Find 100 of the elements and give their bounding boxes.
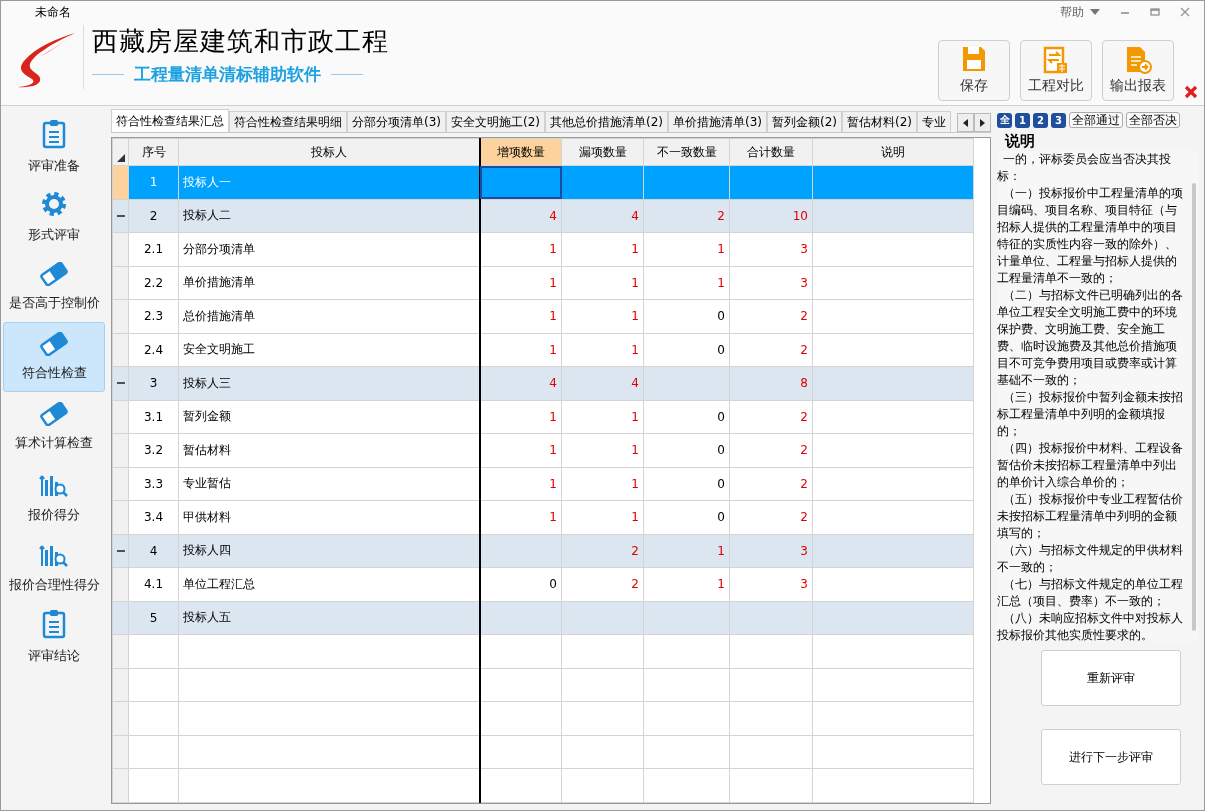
column-header[interactable]: 合计数量: [729, 138, 813, 166]
help-menu[interactable]: 帮助: [1060, 3, 1100, 21]
toolbar-button[interactable]: 保存: [938, 40, 1010, 101]
count-cell: 0: [643, 299, 730, 334]
table-row[interactable]: 3.2 暂估材料 1 1 0 2: [112, 433, 974, 468]
table-row[interactable]: 4 投标人四 2 1 3: [112, 534, 974, 568]
column-header[interactable]: 增项数量: [479, 138, 562, 166]
app-title: 西藏房屋建筑和市政工程: [92, 25, 389, 58]
close-icon[interactable]: [1180, 7, 1190, 17]
table-row[interactable]: 3 投标人三 4 4 8: [112, 366, 974, 401]
table-row[interactable]: 2.3 总价措施清单 1 1 0 2: [112, 299, 974, 334]
count-cell: 2: [643, 199, 730, 233]
document-compare-icon: [1043, 45, 1069, 75]
sidebar-item[interactable]: 算术计算检查: [3, 392, 105, 462]
table-row[interactable]: 2.2 单价措施清单 1 1 1 3: [112, 266, 974, 300]
column-header[interactable]: 漏项数量: [561, 138, 644, 166]
close-icon[interactable]: [1184, 85, 1198, 99]
row-number: 2.1: [128, 232, 179, 267]
window-title: 未命名: [35, 3, 71, 21]
count-cell: 2: [729, 400, 813, 434]
panel-title: 说明: [1005, 131, 1036, 151]
table-row[interactable]: 5 投标人五: [112, 601, 974, 635]
column-header[interactable]: 不一致数量: [643, 138, 730, 166]
count-cell: 1: [643, 534, 730, 568]
note-paragraph: （六）与招标文件规定的甲供材料不一致的；: [997, 542, 1184, 576]
count-cell: 2: [729, 333, 813, 367]
count-cell: 0: [643, 433, 730, 468]
left-arrow-icon: [963, 118, 968, 127]
app-subtitle: 工程量清单清标辅助软件: [134, 63, 321, 86]
tab[interactable]: 暂列金额(2): [767, 111, 842, 132]
count-cell: 4: [561, 199, 644, 233]
sidebar-item[interactable]: 形式评审: [3, 182, 105, 252]
level-filter-button[interactable]: 3: [1051, 112, 1066, 128]
scroll-right-button[interactable]: [974, 113, 991, 132]
tab[interactable]: 安全文明施工(2): [446, 111, 545, 132]
note-paragraph: （三）投标报价中暂列金额未按招标工程量清单中列明的金额填报的；: [997, 389, 1184, 440]
count-cell: 4: [479, 199, 562, 233]
count-cell: 1: [479, 266, 562, 300]
level-filter-button[interactable]: 1: [1015, 112, 1030, 128]
sidebar-item[interactable]: 报价合理性得分: [3, 532, 105, 602]
count-cell: 1: [561, 467, 644, 501]
tab[interactable]: 符合性检查结果明细: [229, 111, 347, 132]
count-cell: 1: [561, 266, 644, 300]
table-row[interactable]: 2.1 分部分项清单 1 1 1 3: [112, 232, 974, 267]
count-cell: 1: [643, 567, 730, 602]
count-cell: 1: [561, 333, 644, 367]
scrollbar[interactable]: [1192, 183, 1196, 631]
selected-cell[interactable]: [479, 165, 562, 199]
table-row[interactable]: 3.3 专业暂估 1 1 0 2: [112, 467, 974, 501]
row-number: 3.3: [128, 467, 179, 501]
right-arrow-icon: [980, 118, 985, 127]
count-cell: 3: [729, 232, 813, 267]
count-cell: 1: [561, 400, 644, 434]
tab[interactable]: 符合性检查结果汇总: [111, 109, 229, 132]
sidebar-item[interactable]: 评审准备: [3, 112, 105, 182]
level-filter-button[interactable]: 2: [1033, 112, 1048, 128]
tab[interactable]: 单价措施清单(3): [668, 111, 767, 132]
row-number: 3: [128, 366, 179, 401]
level-filter-button[interactable]: 全: [997, 112, 1012, 128]
action-button[interactable]: 重新评审: [1040, 650, 1181, 706]
filter-button[interactable]: 全部否决: [1126, 112, 1180, 128]
settings-icon: [40, 190, 68, 218]
count-cell: 4: [479, 366, 562, 401]
count-cell: 1: [479, 433, 562, 468]
row-number: 3.4: [128, 500, 179, 535]
column-header[interactable]: 投标人: [178, 138, 480, 166]
row-number: 5: [128, 601, 179, 635]
tab[interactable]: 暂估材料(2): [842, 111, 917, 132]
maximize-icon[interactable]: [1150, 7, 1160, 17]
count-cell: 1: [561, 232, 644, 267]
filter-button[interactable]: 全部通过: [1069, 112, 1123, 128]
table-row[interactable]: 2 投标人二 4 4 2 10: [112, 199, 974, 233]
row-number: 2.4: [128, 333, 179, 367]
sidebar-item[interactable]: 符合性检查: [3, 322, 105, 392]
sidebar-item[interactable]: 评审结论: [3, 602, 105, 672]
tab[interactable]: 专业: [917, 111, 951, 132]
action-button[interactable]: 进行下一步评审: [1040, 729, 1181, 785]
column-header[interactable]: 说明: [812, 138, 974, 166]
table-row[interactable]: 3.1 暂列金额 1 1 0 2: [112, 400, 974, 434]
toolbar-button[interactable]: 输出报表: [1102, 40, 1174, 101]
bidder-cell: 投标人二: [178, 199, 480, 233]
toolbar-button[interactable]: 工程对比: [1020, 40, 1092, 101]
count-cell: 2: [561, 534, 644, 568]
sidebar-item[interactable]: 是否高于控制价: [3, 252, 105, 322]
count-cell: 0: [643, 400, 730, 434]
select-all-icon[interactable]: [116, 154, 125, 162]
column-header[interactable]: 序号: [128, 138, 179, 166]
tab[interactable]: 分部分项清单(3): [347, 111, 446, 132]
count-cell: 2: [729, 299, 813, 334]
clipboard-icon: [40, 119, 68, 149]
count-cell: 4: [561, 366, 644, 401]
count-cell: 1: [479, 232, 562, 267]
count-cell: 2: [729, 467, 813, 501]
scroll-left-button[interactable]: [957, 113, 974, 132]
bidder-cell: 投标人四: [178, 534, 480, 568]
tab[interactable]: 其他总价措施清单(2): [545, 111, 668, 132]
count-cell: 10: [729, 199, 813, 233]
note-paragraph: （一）投标报价中工程量清单的项目编码、项目名称、项目特征（与招标人提供的工程量清单中的项目特征的实质性内容一致的除外）、计量单位、工程量与招标人提供的工程量清单不一致的；: [997, 185, 1184, 287]
sidebar-item[interactable]: 报价得分: [3, 462, 105, 532]
row-number: 4.1: [128, 567, 179, 602]
